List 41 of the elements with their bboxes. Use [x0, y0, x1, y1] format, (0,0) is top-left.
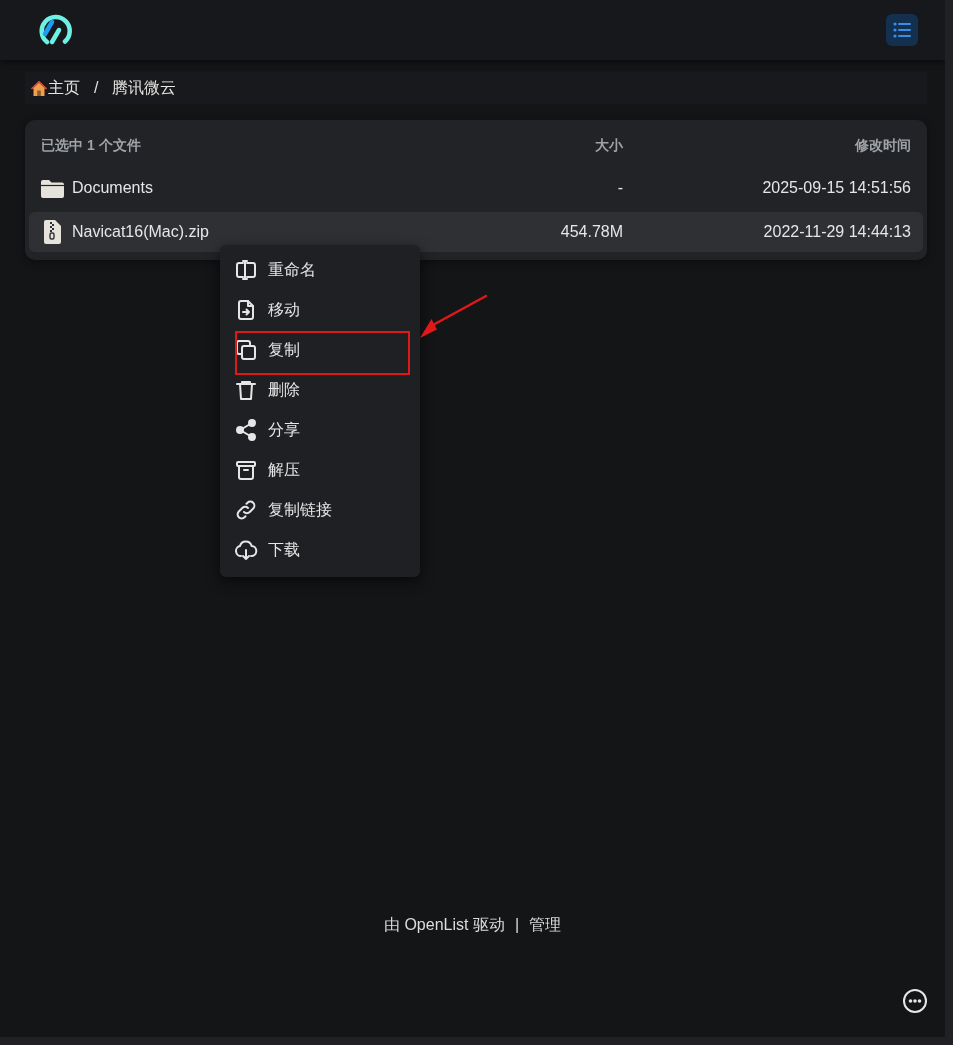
- logo-icon[interactable]: [38, 13, 72, 47]
- menu-button[interactable]: [886, 14, 918, 46]
- cloud-download-icon: [234, 538, 258, 562]
- more-icon: [903, 989, 927, 1013]
- copy-icon: [234, 338, 258, 362]
- folder-icon: [41, 178, 64, 198]
- footer-separator: |: [514, 916, 520, 934]
- column-header: 修改时间: [855, 137, 911, 155]
- rename-icon: [234, 258, 258, 282]
- menu-item[interactable]: 重命名: [220, 250, 420, 290]
- file-name: Documents: [72, 179, 153, 197]
- annotation-arrow: [420, 294, 488, 338]
- list-icon: [893, 22, 911, 38]
- menu-item[interactable]: 复制: [220, 330, 420, 370]
- modified-time: 2025-09-15 14:51:56: [762, 179, 911, 197]
- admin-link[interactable]: 管理: [529, 914, 562, 936]
- breadcrumb-separator: /: [94, 79, 99, 97]
- file-name: Navicat16(Mac).zip: [72, 223, 209, 241]
- file-row[interactable]: Documents - 2025-09-15 14:51:56: [29, 168, 923, 208]
- menu-item[interactable]: 删除: [220, 370, 420, 410]
- file-size: 454.78M: [560, 223, 623, 241]
- breadcrumb-link[interactable]: 主页: [30, 77, 80, 99]
- file-size: -: [617, 179, 623, 197]
- menu-item[interactable]: 复制链接: [220, 490, 420, 530]
- breadcrumb-link[interactable]: 腾讯微云: [112, 77, 177, 99]
- column-header: 已选中 1 个文件: [41, 137, 141, 155]
- column-header: 大小: [595, 137, 623, 155]
- powered-by-text: 由 OpenList 驱动: [383, 914, 505, 935]
- home-icon: [30, 79, 48, 97]
- more-button[interactable]: [903, 989, 927, 1013]
- menu-item[interactable]: 解压: [220, 450, 420, 490]
- link-icon: [234, 498, 258, 522]
- archive-box-icon: [234, 458, 258, 482]
- modified-time: 2022-11-29 14:44:13: [763, 223, 911, 241]
- file-row[interactable]: Navicat16(Mac).zip 454.78M 2022-11-29 14:44:13: [29, 212, 923, 252]
- trash-icon: [234, 378, 258, 402]
- zip-file-icon: [41, 220, 64, 244]
- share-icon: [234, 418, 258, 442]
- menu-item[interactable]: 分享: [220, 410, 420, 450]
- menu-item[interactable]: 下载: [220, 530, 420, 570]
- menu-item[interactable]: 移动: [220, 290, 420, 330]
